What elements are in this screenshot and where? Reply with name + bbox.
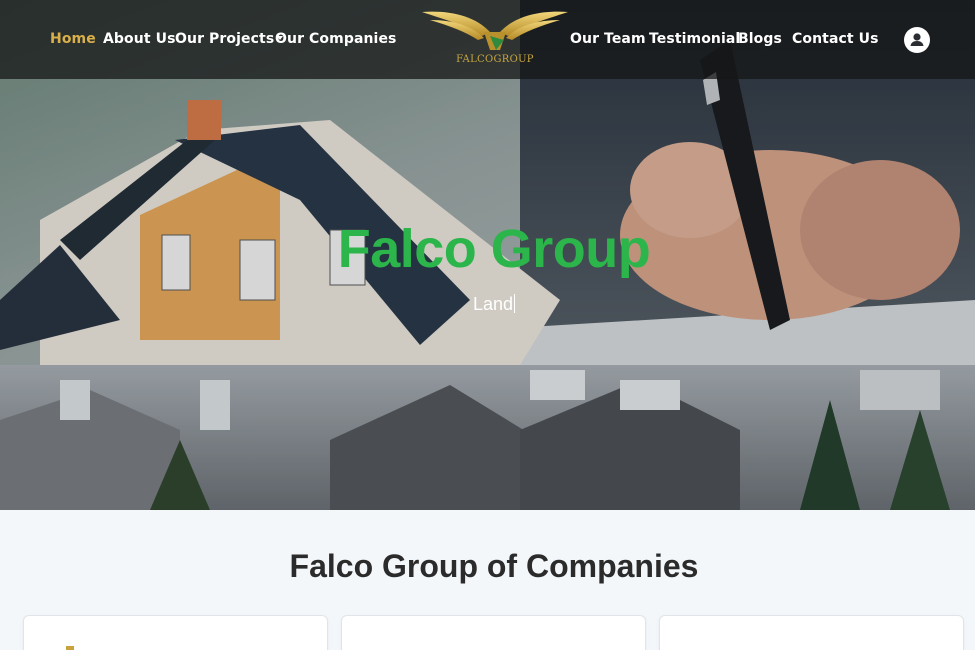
- hero-subtitle: Land: [0, 294, 975, 315]
- hero-typed-text: Land: [472, 294, 514, 314]
- nav-our-companies[interactable]: Our Companies: [275, 31, 397, 47]
- brand-logo[interactable]: FALCOGROUP: [420, 6, 570, 70]
- nav-our-team[interactable]: Our Team: [570, 31, 646, 47]
- top-navbar: Home About Us Our Projects Our Companies…: [0, 0, 975, 79]
- nav-testimonial[interactable]: Testimonial: [649, 31, 740, 47]
- company-card[interactable]: [659, 615, 964, 650]
- logo-wordmark: FALCOGROUP: [456, 54, 534, 65]
- user-account-button[interactable]: [904, 27, 930, 53]
- user-avatar-icon: [910, 33, 924, 46]
- nav-contact-us[interactable]: Contact Us: [792, 31, 879, 47]
- company-card[interactable]: [23, 615, 328, 650]
- nav-home[interactable]: Home: [50, 31, 96, 47]
- company-card[interactable]: [341, 615, 646, 650]
- nav-our-projects[interactable]: Our Projects: [175, 31, 284, 47]
- nav-our-projects-label: Our Projects: [175, 31, 275, 47]
- companies-heading: Falco Group of Companies: [289, 548, 699, 584]
- nav-about-us[interactable]: About Us: [103, 31, 176, 47]
- nav-blogs[interactable]: Blogs: [738, 31, 782, 47]
- typing-cursor: [514, 294, 516, 313]
- company-logo: [66, 646, 74, 650]
- hero-title: Falco Group: [337, 219, 651, 279]
